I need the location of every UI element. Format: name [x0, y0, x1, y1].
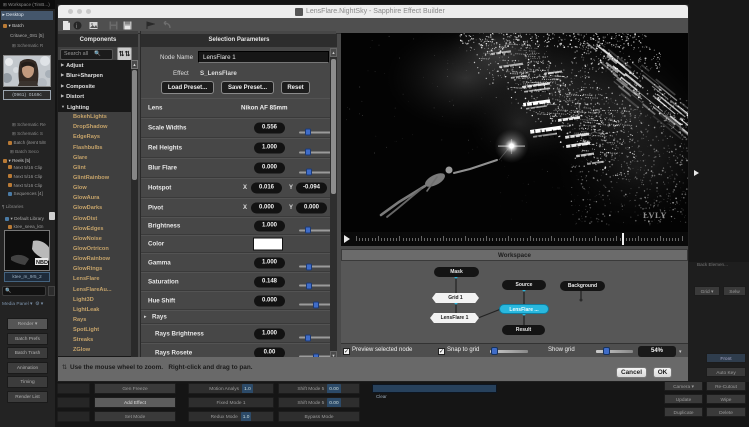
svg-text:LVLY: LVLY — [643, 210, 667, 220]
svg-text:NBD: NBD — [36, 260, 48, 266]
svg-text:i: i — [76, 24, 77, 30]
